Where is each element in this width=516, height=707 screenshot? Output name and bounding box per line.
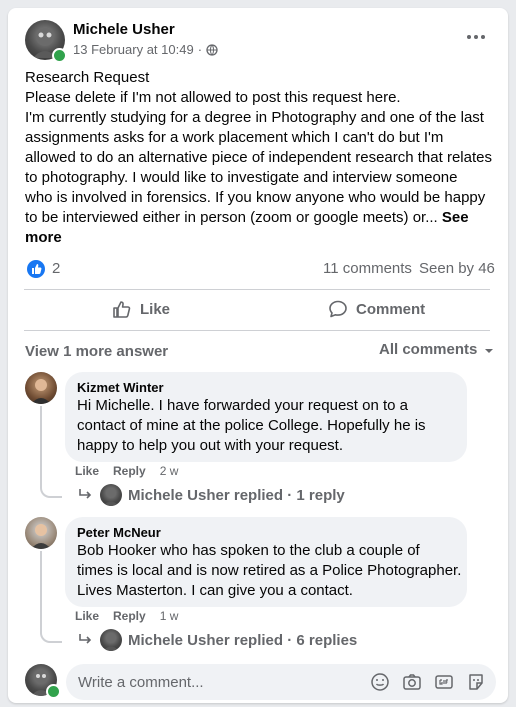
commenter-avatar[interactable]: [25, 517, 57, 549]
post-card: Michele Usher 13 February at 10:49 · Res…: [8, 8, 508, 703]
comments-sort-label: All comments: [379, 341, 478, 358]
post-body-line: allowed to do an alternative piece of in…: [25, 149, 492, 166]
reply-arrow-icon: [78, 487, 94, 503]
reply-avatar: [100, 629, 122, 651]
comment-input[interactable]: [66, 664, 390, 700]
online-status-dot: [52, 48, 67, 63]
comment-line: times is local and is now retired as a P…: [77, 562, 462, 579]
online-status-dot: [46, 684, 61, 699]
comment-line: Bob Hooker who has spoken to the club a …: [77, 542, 420, 559]
comment-line: Lives Masterton. I can give you a contac…: [77, 582, 353, 599]
post-body-line-text: to be interviewed either in person (zoom…: [25, 209, 438, 226]
camera-icon[interactable]: [402, 672, 422, 692]
comment-bubble: Peter McNeur Bob Hooker who has spoken t…: [65, 517, 467, 607]
post-author-name[interactable]: Michele Usher: [73, 21, 175, 38]
comments-count[interactable]: 11 comments: [323, 260, 412, 277]
post-body-line: I'm currently studying for a degree in P…: [25, 109, 484, 126]
post-body: Research Request Please delete if I'm no…: [25, 68, 492, 248]
chevron-down-icon: [483, 344, 495, 356]
reply-thread-line: [40, 406, 62, 498]
comment-button-label: Comment: [356, 300, 426, 318]
commenter-avatar[interactable]: [25, 372, 57, 404]
divider: [24, 330, 490, 331]
comment-like-button[interactable]: Like: [75, 464, 99, 478]
comment-line: happy to help you out with your request.: [77, 437, 344, 454]
view-replies-link[interactable]: Michele Usher replied · 6 replies: [78, 629, 357, 651]
post-body-line: Please delete if I'm not allowed to post…: [25, 89, 401, 106]
more-options-icon[interactable]: [464, 30, 488, 44]
comments-sort-dropdown[interactable]: All comments: [379, 341, 495, 358]
reply-avatar: [100, 484, 122, 506]
reply-summary: Michele Usher replied · 6 replies: [128, 631, 358, 649]
reply-summary: Michele Usher replied · 1 reply: [128, 486, 345, 504]
comment-author[interactable]: Peter McNeur: [77, 525, 455, 541]
comment-text: Bob Hooker who has spoken to the club a …: [77, 541, 462, 601]
like-button[interactable]: Like: [112, 299, 170, 319]
post-body-line: Research Request: [25, 69, 150, 86]
post-body-line: to be interviewed either in person (zoom…: [25, 208, 492, 228]
see-more-link-wrap[interactable]: more: [25, 228, 492, 248]
comment-bubble-icon: [328, 299, 348, 319]
comment-age[interactable]: 2 w: [160, 464, 179, 478]
comment-reply-button[interactable]: Reply: [113, 464, 146, 478]
post-body-line: to photography. I would like to investig…: [25, 169, 458, 186]
comment-text: Hi Michelle. I have forwarded your reque…: [77, 396, 455, 456]
comment-actions: Like Reply 1 w: [75, 609, 178, 623]
gif-icon[interactable]: [434, 672, 454, 692]
like-button-label: Like: [140, 300, 171, 318]
emoji-icon[interactable]: [370, 672, 390, 692]
post-date[interactable]: 13 February at 10:49: [73, 42, 194, 57]
post-body-line: assignments asks for a work placement wh…: [25, 129, 444, 146]
seen-by[interactable]: Seen by 46: [419, 260, 495, 277]
comment-composer[interactable]: [66, 664, 496, 700]
reaction-count[interactable]: 2: [52, 260, 60, 277]
post-body-line: who is involved in forensics. If you kno…: [25, 189, 486, 206]
sticker-icon[interactable]: [466, 672, 486, 692]
comment-bubble: Kizmet Winter Hi Michelle. I have forwar…: [65, 372, 467, 462]
view-replies-link[interactable]: Michele Usher replied · 1 reply: [78, 484, 345, 506]
comment-like-button[interactable]: Like: [75, 609, 99, 623]
comment-line: contact of mine at the police College. H…: [77, 417, 426, 434]
view-more-answers-link[interactable]: View 1 more answer: [25, 343, 168, 360]
comment-actions: Like Reply 2 w: [75, 464, 178, 478]
comment-age[interactable]: 1 w: [160, 609, 179, 623]
reply-thread-line: [40, 551, 62, 643]
thumbs-up-icon: [112, 299, 132, 319]
comment-author[interactable]: Kizmet Winter: [77, 380, 455, 396]
meta-separator: ·: [197, 42, 203, 57]
comment-button[interactable]: Comment: [328, 299, 425, 319]
comment-line: Hi Michelle. I have forwarded your reque…: [77, 397, 409, 414]
post-meta: 13 February at 10:49 ·: [73, 42, 218, 57]
reply-arrow-icon: [78, 632, 94, 648]
globe-icon: [206, 43, 218, 56]
comment-reply-button[interactable]: Reply: [113, 609, 146, 623]
like-reaction-icon[interactable]: [27, 260, 45, 278]
composer-icons: [370, 672, 486, 692]
divider: [24, 289, 490, 290]
see-more-link[interactable]: See: [442, 209, 469, 226]
